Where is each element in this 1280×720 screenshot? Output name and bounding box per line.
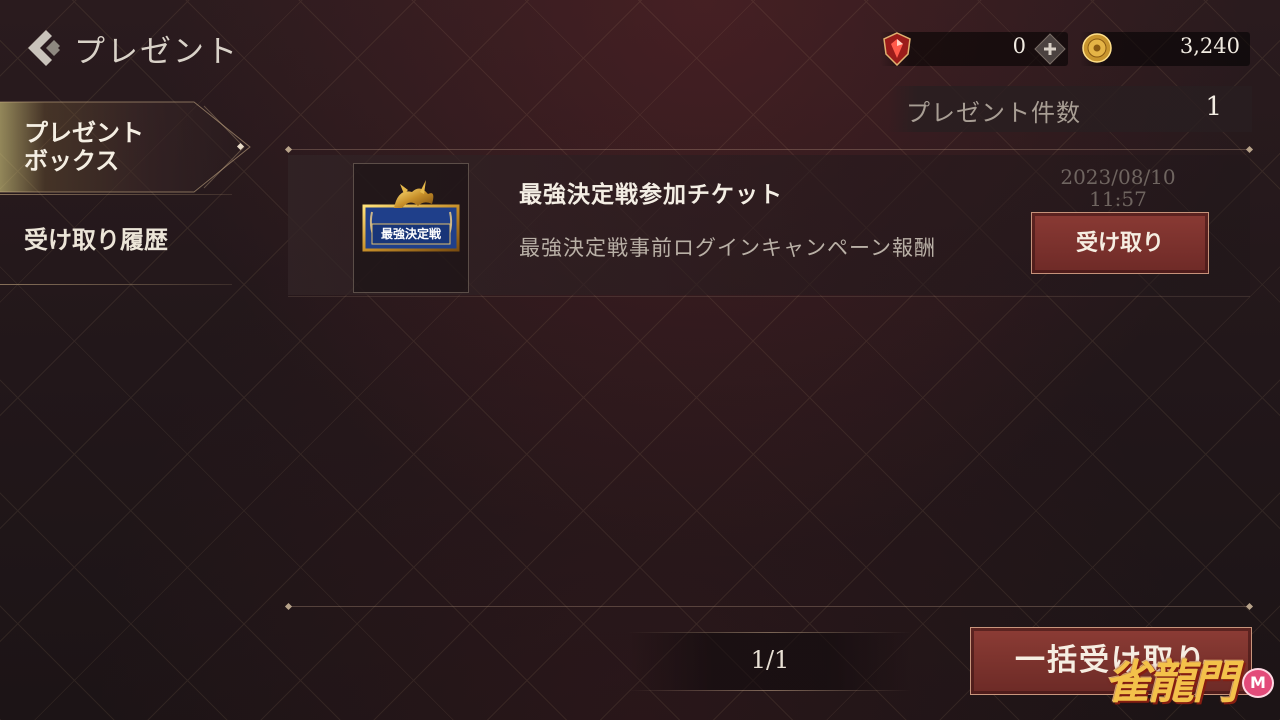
logo-text: 雀龍門 [1104, 655, 1238, 709]
pager-top-line [628, 632, 912, 633]
page-title: プレゼント [74, 34, 239, 70]
row-divider [288, 296, 1250, 297]
list-top-divider [290, 149, 1252, 150]
present-count-value: 1 [1205, 92, 1222, 122]
present-date-day: 2023/08/10 [1060, 165, 1176, 189]
receive-button[interactable]: 受け取り [1031, 212, 1209, 274]
ticket-icon-text: 最強決定戦 [380, 227, 441, 241]
gold-coin-icon [1082, 33, 1112, 63]
sidebar-divider [0, 194, 232, 195]
back-arrow-icon[interactable] [24, 28, 64, 68]
divider-ornament [1245, 145, 1254, 154]
gem-value: 0 [1012, 34, 1026, 58]
sidebar-label-line1: プレゼント [24, 118, 144, 147]
item-icon-frame: 最強決定戦 [353, 163, 469, 293]
sidebar-item-label: プレゼント ボックス [24, 119, 144, 175]
present-date: 2023/08/10 11:57 [1048, 166, 1188, 210]
game-logo: 雀龍門 M [1104, 648, 1274, 716]
present-date-time: 11:57 [1089, 187, 1147, 211]
plus-icon[interactable] [1034, 33, 1066, 65]
divider-ornament [284, 602, 293, 611]
sidebar-divider [0, 284, 232, 285]
sidebar-label-line2: ボックス [24, 146, 120, 175]
present-description: 最強決定戦事前ログインキャンペーン報酬 [519, 236, 936, 260]
present-count-label: プレゼント件数 [906, 99, 1081, 127]
present-screen: プレゼント 0 3,240 プレゼント ボックス 受け取り履歴 プレゼント件数 … [0, 0, 1280, 720]
logo-badge: M [1242, 668, 1274, 698]
list-bottom-divider [290, 606, 1252, 607]
coin-value: 3,240 [1179, 34, 1240, 58]
pager-bottom-line [628, 690, 912, 691]
page-indicator: 1/1 [750, 646, 790, 674]
red-gem-shield-icon [882, 32, 912, 67]
divider-ornament [284, 145, 293, 154]
sidebar-item-history[interactable]: 受け取り履歴 [24, 226, 168, 254]
present-name: 最強決定戦参加チケット [519, 181, 783, 208]
divider-ornament [1245, 602, 1254, 611]
